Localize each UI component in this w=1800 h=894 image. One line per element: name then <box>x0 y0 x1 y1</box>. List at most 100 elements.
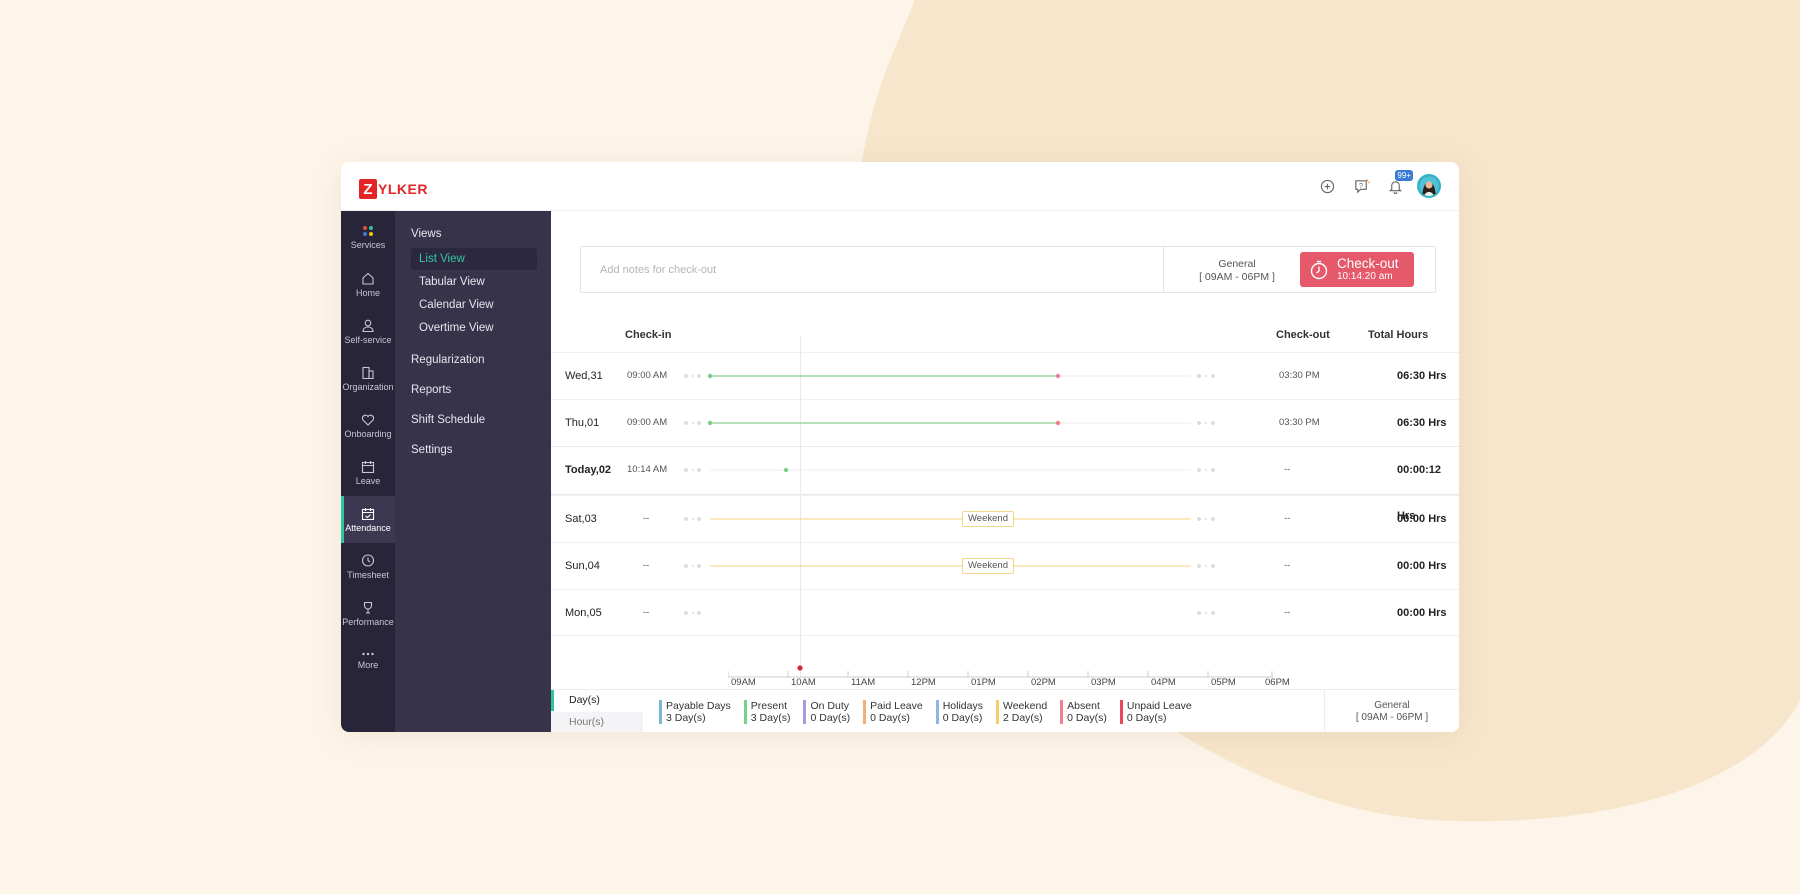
rail-label: More <box>357 660 379 670</box>
zylker-logo[interactable]: Z YLKER <box>359 179 428 199</box>
nav-settings[interactable]: Settings <box>411 444 453 456</box>
row-checkout: -- <box>1284 560 1291 571</box>
tab-hours[interactable]: Hour(s) <box>551 712 643 732</box>
row-total: 06:30 Hrs <box>1397 370 1447 382</box>
row-timeline <box>684 373 1215 379</box>
axis-tick: 04PM <box>1151 677 1176 688</box>
attendance-row[interactable]: Thu,01 09:00 AM 03:30 PM 06:30 Hrs <box>551 399 1459 446</box>
nav-reports[interactable]: Reports <box>411 384 451 396</box>
legend-label: On Duty <box>810 700 849 712</box>
rail-services[interactable]: Services <box>341 214 395 261</box>
nav-regularization[interactable]: Regularization <box>411 354 485 366</box>
row-checkout: -- <box>1284 607 1291 618</box>
legend-label: Present <box>750 700 787 712</box>
help-icon[interactable]: ? <box>1349 174 1373 198</box>
attendance-icon <box>361 507 375 520</box>
view-tabular[interactable]: Tabular View <box>411 271 537 293</box>
axis-tick: 03PM <box>1091 677 1116 688</box>
nav-shift-schedule[interactable]: Shift Schedule <box>411 414 485 426</box>
row-checkin: 09:00 AM <box>627 417 668 428</box>
services-icon <box>363 226 373 236</box>
checkout-timer: 10:14:20 am <box>1337 271 1393 282</box>
row-day: Today,02 <box>565 464 612 476</box>
weekend-tag: Weekend <box>962 558 1014 574</box>
legend-value: 0 Day(s) <box>810 712 851 724</box>
checkout-button[interactable]: Check-out 10:14:20 am <box>1300 252 1414 287</box>
view-list[interactable]: List View <box>411 248 537 270</box>
row-checkout: -- <box>1284 513 1291 524</box>
row-checkin: 10:14 AM <box>627 464 668 475</box>
legend-unpaid-leave: Unpaid Leave 0 Day(s) <box>1119 700 1192 724</box>
legend-label: Holidays <box>942 700 983 712</box>
notifications-icon[interactable]: 99+ <box>1383 170 1413 198</box>
bottom-shift-time: [ 09AM - 06PM ] <box>1355 712 1429 723</box>
row-day: Thu,01 <box>565 417 600 429</box>
legend-value: 0 Day(s) <box>1067 712 1107 724</box>
top-actions: ? 99+ <box>1315 170 1441 198</box>
row-day: Sat,03 <box>565 513 597 525</box>
rail-leave[interactable]: Leave <box>341 449 395 496</box>
rail-label: Home <box>355 287 380 298</box>
row-total: 06:30 Hrs <box>1397 417 1447 429</box>
axis-tick: 02PM <box>1031 677 1056 688</box>
row-timeline <box>684 420 1215 426</box>
axis-tick: 10AM <box>791 677 816 688</box>
attendance-row[interactable]: Sun,04 -- Weekend -- 00:00 Hrs <box>551 542 1459 589</box>
divider <box>1163 247 1164 292</box>
stopwatch-icon <box>1310 260 1328 279</box>
row-day: Wed,31 <box>565 370 603 382</box>
rail-more[interactable]: More <box>341 637 395 684</box>
attendance-row-today[interactable]: Today,02 10:14 AM -- 00:00:12 Hrs <box>551 446 1459 522</box>
row-timeline <box>684 611 1215 615</box>
rail-label: Leave <box>355 475 381 486</box>
rail-home[interactable]: Home <box>341 261 395 308</box>
tab-days[interactable]: Day(s) <box>551 690 643 711</box>
view-calendar[interactable]: Calendar View <box>411 294 537 316</box>
checkout-notes-input[interactable] <box>581 247 1163 292</box>
more-icon <box>362 652 374 656</box>
rail-performance[interactable]: Performance <box>341 590 395 637</box>
row-checkout: 03:30 PM <box>1279 370 1320 381</box>
now-marker <box>797 665 803 671</box>
rail-attendance[interactable]: Attendance <box>341 496 395 543</box>
legend-value: 3 Day(s) <box>750 712 791 724</box>
legend-label: Unpaid Leave <box>1126 700 1192 712</box>
rail-onboarding[interactable]: Onboarding <box>341 402 395 449</box>
rail-organization[interactable]: Organization <box>341 355 395 402</box>
legend-label: Paid Leave <box>870 700 923 712</box>
user-icon <box>362 319 374 332</box>
axis-tick: 01PM <box>971 677 996 688</box>
rail-self-service[interactable]: Self-service <box>341 308 395 355</box>
onboarding-icon <box>361 414 375 426</box>
views-heading[interactable]: Views <box>411 228 441 240</box>
legend-value: 0 Day(s) <box>870 712 910 724</box>
row-checkin: -- <box>643 513 650 524</box>
legend-paid-leave: Paid Leave 0 Day(s) <box>863 700 923 724</box>
legend-on-duty: On Duty 0 Day(s) <box>803 700 850 724</box>
legend-value: 0 Day(s) <box>1126 712 1167 724</box>
view-overtime[interactable]: Overtime View <box>411 317 537 339</box>
user-avatar[interactable] <box>1417 174 1441 198</box>
axis-tick: 12PM <box>911 677 936 688</box>
row-checkout: 03:30 PM <box>1279 417 1320 428</box>
row-day: Sun,04 <box>565 560 600 572</box>
legend-absent: Absent 0 Day(s) <box>1060 700 1107 724</box>
add-icon[interactable] <box>1315 174 1339 198</box>
rail-timesheet[interactable]: Timesheet <box>341 543 395 590</box>
attendance-row[interactable]: Mon,05 -- -- 00:00 Hrs <box>551 589 1459 636</box>
legend-label: Absent <box>1067 700 1100 712</box>
bottom-shift-info: General [ 09AM - 06PM ] <box>1324 690 1459 732</box>
svg-text:?: ? <box>1358 180 1362 189</box>
app-rail: Services Home Self-service Organization … <box>341 211 395 732</box>
attendance-row[interactable]: Wed,31 09:00 AM 03:30 PM 06:30 Hrs <box>551 352 1459 399</box>
row-total: 00:00 Hrs <box>1397 607 1447 619</box>
clock-icon <box>361 553 375 567</box>
app-window: Z YLKER ? 99+ Services Home Self-service… <box>341 162 1459 732</box>
col-checkout: Check-out <box>1276 329 1330 341</box>
attendance-row[interactable]: Sat,03 -- Weekend -- 00:00 Hrs <box>551 495 1459 542</box>
legend-label: Payable Days <box>666 700 731 712</box>
rail-label: Timesheet <box>347 569 389 580</box>
legend-holidays: Holidays 0 Day(s) <box>935 700 983 724</box>
col-checkin: Check-in <box>625 329 672 341</box>
checkout-label: Check-out <box>1337 256 1399 271</box>
